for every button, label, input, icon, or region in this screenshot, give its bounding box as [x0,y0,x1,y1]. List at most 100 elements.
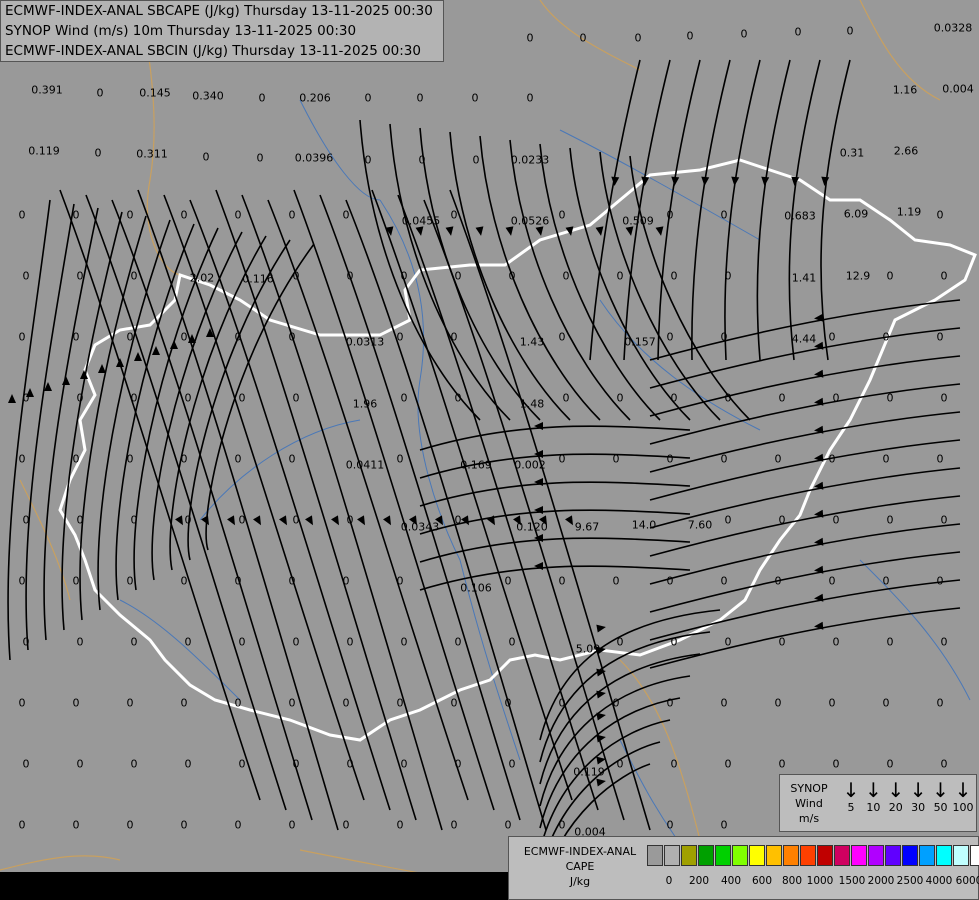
cape-value: 0 [76,391,84,405]
cape-value: 0 [342,696,350,710]
title-sbcape: ECMWF-INDEX-ANAL SBCAPE (J/kg) Thursday … [5,3,433,19]
cape-value: 0 [202,150,210,164]
cape-value: 0 [72,818,80,832]
cape-value: 7.60 [687,518,713,532]
map-title-box: ECMWF-INDEX-ANAL SBCAPE (J/kg) Thursday … [0,0,444,62]
cape-value: 0 [562,269,570,283]
cape-value: 0 [936,330,944,344]
cape-value: 0 [940,635,948,649]
cape-value: 0 [130,269,138,283]
cape-value: 0 [288,330,296,344]
cape-swatch [681,845,697,866]
cape-value: 0.0411 [345,458,385,472]
cape-value: 0 [450,330,458,344]
cape-tick-labels: 0 200 400 600 8001000 15002000250040006000 [647,875,979,889]
cape-value: 0 [180,696,188,710]
cape-value: 0 [828,330,836,344]
cape-value: 0 [72,574,80,588]
cape-tick-label: 200 [688,875,710,887]
cape-value: 0 [720,330,728,344]
cape-value: 0 [558,818,566,832]
cape-value: 0 [508,269,516,283]
cape-value: 0 [832,757,840,771]
cape-value: 0 [794,25,802,39]
cape-value: 0 [288,452,296,466]
arrow-down-icon: ↓ [887,778,905,802]
cape-swatch [817,845,833,866]
cape-value: 0 [940,391,948,405]
cape-value: 0 [886,635,894,649]
cape-value: 0 [400,757,408,771]
synop-wind-legend: SYNOP Wind m/s ↓ 5 ↓ 10 ↓ 20 ↓ 30 ↓ 50 ↓ 100 [779,774,977,832]
arrow-down-icon: ↓ [954,778,972,802]
cape-value: 0 [234,452,242,466]
cape-value: 0.157 [624,335,656,349]
cape-value: 0 [471,91,479,105]
cape-value: 0 [940,757,948,771]
cape-value: 0 [180,818,188,832]
cape-value: 0 [670,635,678,649]
cape-value: 0 [292,513,300,527]
cape-value: 0 [526,31,534,45]
cape-swatch [885,845,901,866]
cape-value: 0 [234,330,242,344]
cape-value: 0 [886,269,894,283]
cape-value: 0 [450,818,458,832]
cape-tick-label: 1500 [838,875,866,887]
cape-value: 12.9 [845,269,871,283]
cape-swatch [834,845,850,866]
cape-value: 0 [96,86,104,100]
cape-value: 0 [234,818,242,832]
cape-value: 6.09 [843,207,869,221]
cape-tick-label: 2500 [896,875,924,887]
cape-value: 0 [504,574,512,588]
cape-value: 0.0343 [400,520,440,534]
cape-value: 0 [130,391,138,405]
cape-value: 0 [666,208,674,222]
cape-value: 0 [238,757,246,771]
cape-value: 0 [22,757,30,771]
cape-value: 0 [558,330,566,344]
cape-value: 0.0396 [294,151,334,165]
cape-value: 0 [238,513,246,527]
cape-value: 0 [666,818,674,832]
cape-value: 0 [562,391,570,405]
cape-value: 0.116 [242,272,274,286]
cape-value: 0 [180,574,188,588]
cape-value: 0 [22,269,30,283]
cape-value: 0 [940,269,948,283]
cape-value: 0.206 [299,91,331,105]
cape-value: 0 [288,574,296,588]
cape-value: 0.002 [514,458,546,472]
cape-value: 0 [778,513,786,527]
cape-value: 0 [288,208,296,222]
cape-swatch [698,845,714,866]
cape-value: 0 [18,330,26,344]
cape-value: 0 [454,513,462,527]
cape-value: 0 [882,696,890,710]
cape-value: 0 [778,757,786,771]
cape-value: 0 [886,391,894,405]
cape-swatch [919,845,935,866]
arrow-down-icon: ↓ [842,778,860,802]
cape-value: 0.391 [31,83,63,97]
wind-arrow-10: ↓ 10 [862,779,884,814]
cape-value: 0 [774,574,782,588]
cape-value: 0 [846,24,854,38]
cape-value: 0 [612,574,620,588]
cape-value: 14.0 [631,518,657,532]
bottom-strip [0,872,508,900]
cape-value: 0 [396,574,404,588]
cape-value: 0 [76,757,84,771]
cape-value: 1.41 [791,271,817,285]
arrow-down-icon: ↓ [909,778,927,802]
cape-value: 0 [774,452,782,466]
cape-tick-label: 800 [781,875,803,887]
cape-value: 0 [346,757,354,771]
cape-value: 0 [22,391,30,405]
cape-swatch [749,845,765,866]
cape-value: 0 [400,635,408,649]
cape-value: 0 [616,269,624,283]
cape-value: 0 [778,635,786,649]
cape-value: 0 [342,818,350,832]
